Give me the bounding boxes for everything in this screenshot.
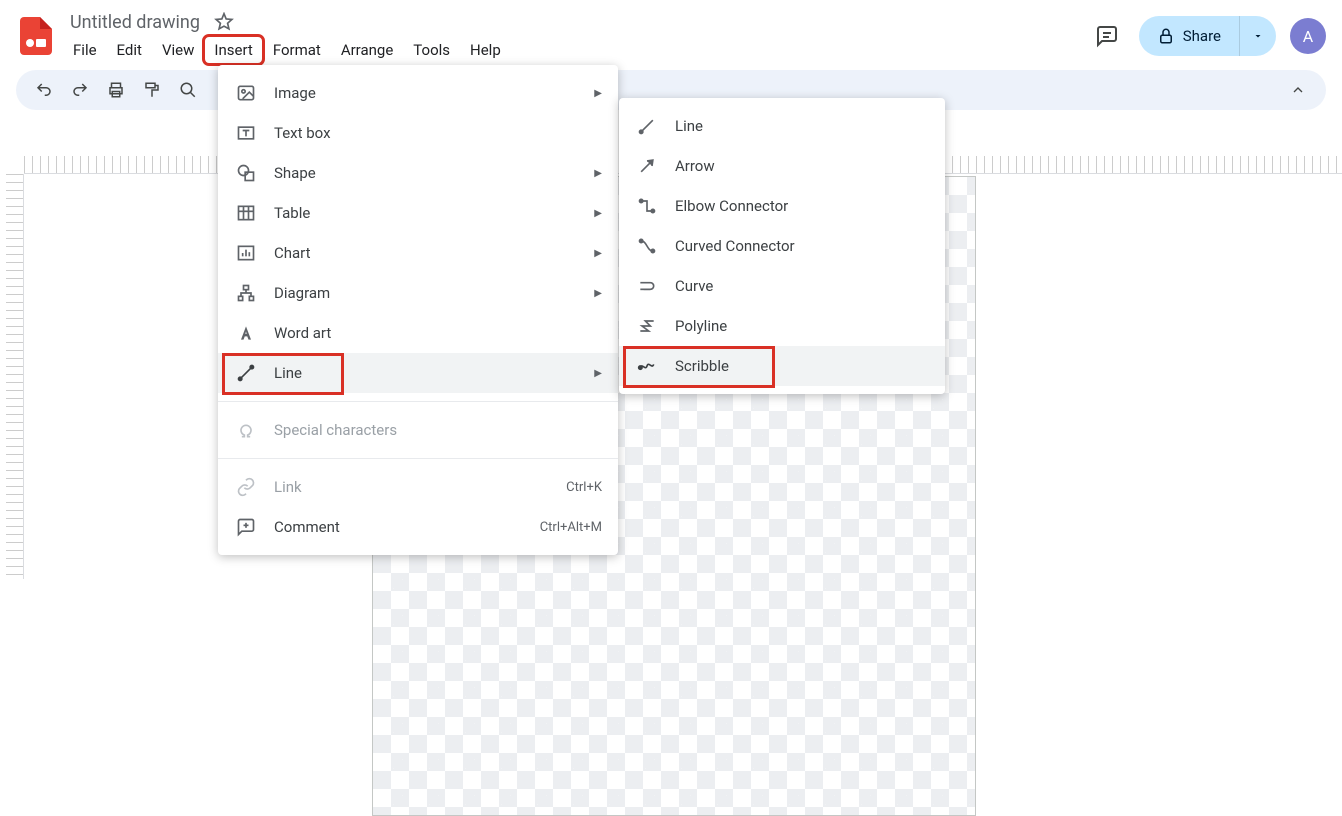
lock-icon xyxy=(1157,27,1175,45)
shortcut-label: Ctrl+K xyxy=(566,480,602,495)
line-option-scribble-label: Scribble xyxy=(675,357,729,375)
line-option-curve[interactable]: Curve xyxy=(619,266,945,306)
menu-help[interactable]: Help xyxy=(461,37,510,63)
menu-insert[interactable]: Insert xyxy=(205,37,261,63)
share-main[interactable]: Share xyxy=(1139,16,1239,56)
line-option-elbow[interactable]: Elbow Connector xyxy=(619,186,945,226)
header: Untitled drawing File Edit View Insert F… xyxy=(0,0,1342,64)
insert-line-label: Line xyxy=(274,364,302,382)
submenu-arrow-icon: ▶ xyxy=(594,208,602,219)
menu-bar: File Edit View Insert Format Arrange Too… xyxy=(64,37,510,63)
insert-special-chars: Special characters xyxy=(218,410,618,450)
insert-comment-label: Comment xyxy=(274,518,340,536)
doc-title[interactable]: Untitled drawing xyxy=(64,10,206,35)
insert-link-label: Link xyxy=(274,478,302,496)
link-icon xyxy=(234,477,258,497)
insert-diagram[interactable]: Diagram ▶ xyxy=(218,273,618,313)
collapse-toolbar-button[interactable] xyxy=(1282,74,1314,106)
avatar[interactable]: A xyxy=(1290,18,1326,54)
title-area: Untitled drawing File Edit View Insert F… xyxy=(64,10,510,63)
wordart-icon xyxy=(234,323,258,343)
line-icon xyxy=(234,363,258,383)
share-button: Share xyxy=(1139,16,1276,56)
paint-format-button[interactable] xyxy=(136,74,168,106)
curve-tool-icon xyxy=(635,276,659,296)
scribble-tool-icon xyxy=(635,356,659,376)
chart-icon xyxy=(234,243,258,263)
line-option-arrow[interactable]: Arrow xyxy=(619,146,945,186)
insert-shape-label: Shape xyxy=(274,164,316,182)
insert-textbox-label: Text box xyxy=(274,124,331,142)
line-option-line-label: Line xyxy=(675,117,703,135)
menu-separator xyxy=(218,401,618,402)
polyline-tool-icon xyxy=(635,316,659,336)
insert-special-label: Special characters xyxy=(274,421,397,439)
insert-comment[interactable]: Comment Ctrl+Alt+M xyxy=(218,507,618,547)
menu-view[interactable]: View xyxy=(153,37,203,63)
insert-table[interactable]: Table ▶ xyxy=(218,193,618,233)
submenu-arrow-icon: ▶ xyxy=(594,88,602,99)
shortcut-label: Ctrl+Alt+M xyxy=(540,520,602,535)
image-icon xyxy=(234,83,258,103)
insert-wordart[interactable]: Word art xyxy=(218,313,618,353)
insert-link: Link Ctrl+K xyxy=(218,467,618,507)
line-option-curve-label: Curve xyxy=(675,277,713,295)
insert-shape[interactable]: Shape ▶ xyxy=(218,153,618,193)
menu-file[interactable]: File xyxy=(64,37,106,63)
diagram-icon xyxy=(234,283,258,303)
insert-wordart-label: Word art xyxy=(274,324,331,342)
insert-image-label: Image xyxy=(274,84,316,102)
submenu-arrow-icon: ▶ xyxy=(594,288,602,299)
menu-separator xyxy=(218,458,618,459)
line-tool-icon xyxy=(635,116,659,136)
shape-icon xyxy=(234,163,258,183)
submenu-arrow-icon: ▶ xyxy=(594,368,602,379)
omega-icon xyxy=(234,420,258,440)
menu-tools[interactable]: Tools xyxy=(404,37,459,63)
curved-connector-icon xyxy=(635,236,659,256)
print-button[interactable] xyxy=(100,74,132,106)
line-option-elbow-label: Elbow Connector xyxy=(675,197,788,215)
line-option-curved-label: Curved Connector xyxy=(675,237,795,255)
menu-edit[interactable]: Edit xyxy=(108,37,151,63)
table-icon xyxy=(234,203,258,223)
share-label: Share xyxy=(1183,27,1221,45)
menu-format[interactable]: Format xyxy=(264,37,330,63)
insert-image[interactable]: Image ▶ xyxy=(218,73,618,113)
undo-button[interactable] xyxy=(28,74,60,106)
line-option-scribble[interactable]: Scribble xyxy=(619,346,945,386)
insert-line[interactable]: Line ▶ xyxy=(218,353,618,393)
ruler-vertical xyxy=(6,174,24,579)
line-option-polyline[interactable]: Polyline xyxy=(619,306,945,346)
textbox-icon xyxy=(234,123,258,143)
star-icon[interactable] xyxy=(214,12,234,32)
arrow-tool-icon xyxy=(635,156,659,176)
elbow-connector-icon xyxy=(635,196,659,216)
insert-menu-dropdown: Image ▶ Text box Shape ▶ Table ▶ Chart ▶… xyxy=(218,65,618,555)
menu-arrange[interactable]: Arrange xyxy=(332,37,402,63)
line-option-line[interactable]: Line xyxy=(619,106,945,146)
line-submenu: Line Arrow Elbow Connector Curved Connec… xyxy=(619,98,945,394)
insert-textbox[interactable]: Text box xyxy=(218,113,618,153)
line-option-arrow-label: Arrow xyxy=(675,157,715,175)
app-logo[interactable] xyxy=(16,16,56,56)
insert-chart[interactable]: Chart ▶ xyxy=(218,233,618,273)
insert-table-label: Table xyxy=(274,204,310,222)
header-right: Share A xyxy=(1089,16,1326,56)
insert-diagram-label: Diagram xyxy=(274,284,330,302)
insert-chart-label: Chart xyxy=(274,244,311,262)
submenu-arrow-icon: ▶ xyxy=(594,168,602,179)
line-option-polyline-label: Polyline xyxy=(675,317,727,335)
caret-down-icon xyxy=(1252,30,1264,42)
line-option-curved[interactable]: Curved Connector xyxy=(619,226,945,266)
share-dropdown[interactable] xyxy=(1239,16,1276,56)
comments-icon[interactable] xyxy=(1089,18,1125,54)
redo-button[interactable] xyxy=(64,74,96,106)
comment-add-icon xyxy=(234,517,258,537)
submenu-arrow-icon: ▶ xyxy=(594,248,602,259)
zoom-button[interactable] xyxy=(172,74,204,106)
